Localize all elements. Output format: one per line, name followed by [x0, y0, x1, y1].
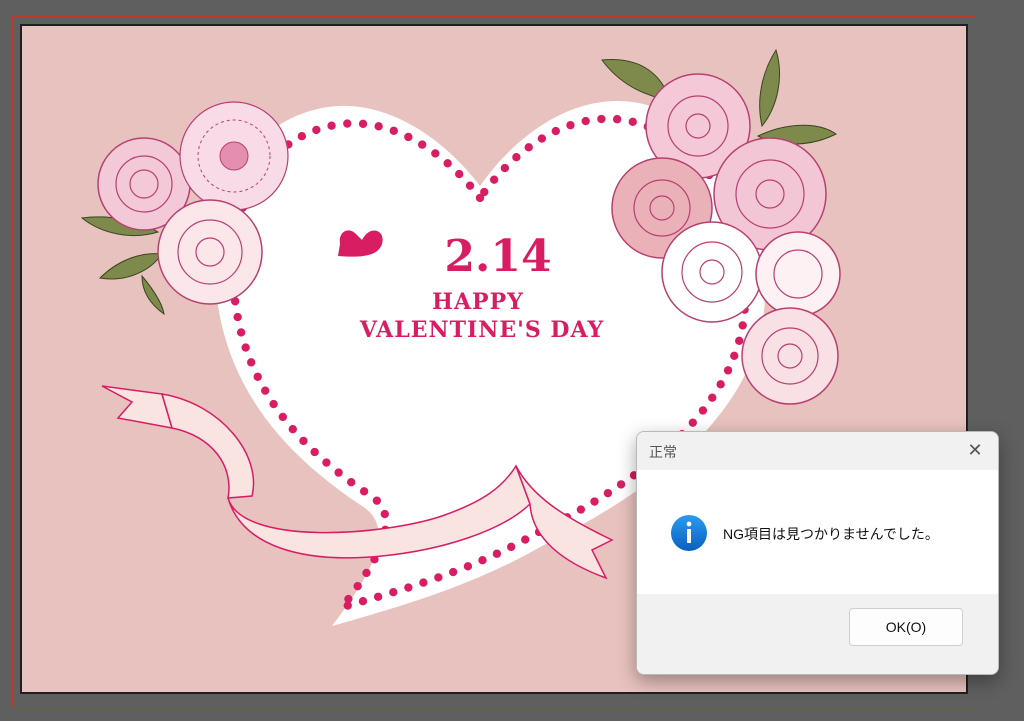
greeting-line-2: VALENTINE'S DAY [359, 317, 604, 343]
dialog-body: NG項目は見つかりませんでした。 [637, 470, 998, 594]
dialog-titlebar[interactable]: 正常 ✕ [637, 432, 998, 470]
dialog-footer: OK(O) [637, 594, 998, 674]
ok-button[interactable]: OK(O) [849, 608, 963, 646]
date-text: 2.14 [444, 231, 551, 282]
greeting-line-1: HAPPY [432, 289, 524, 315]
info-dialog: 正常 ✕ NG項目は見つかりませんでした。 OK(O) [636, 431, 999, 675]
close-icon[interactable]: ✕ [964, 439, 986, 461]
dialog-message: NG項目は見つかりませんでした。 [723, 526, 939, 542]
info-icon [671, 515, 707, 551]
dialog-title: 正常 [649, 444, 677, 460]
